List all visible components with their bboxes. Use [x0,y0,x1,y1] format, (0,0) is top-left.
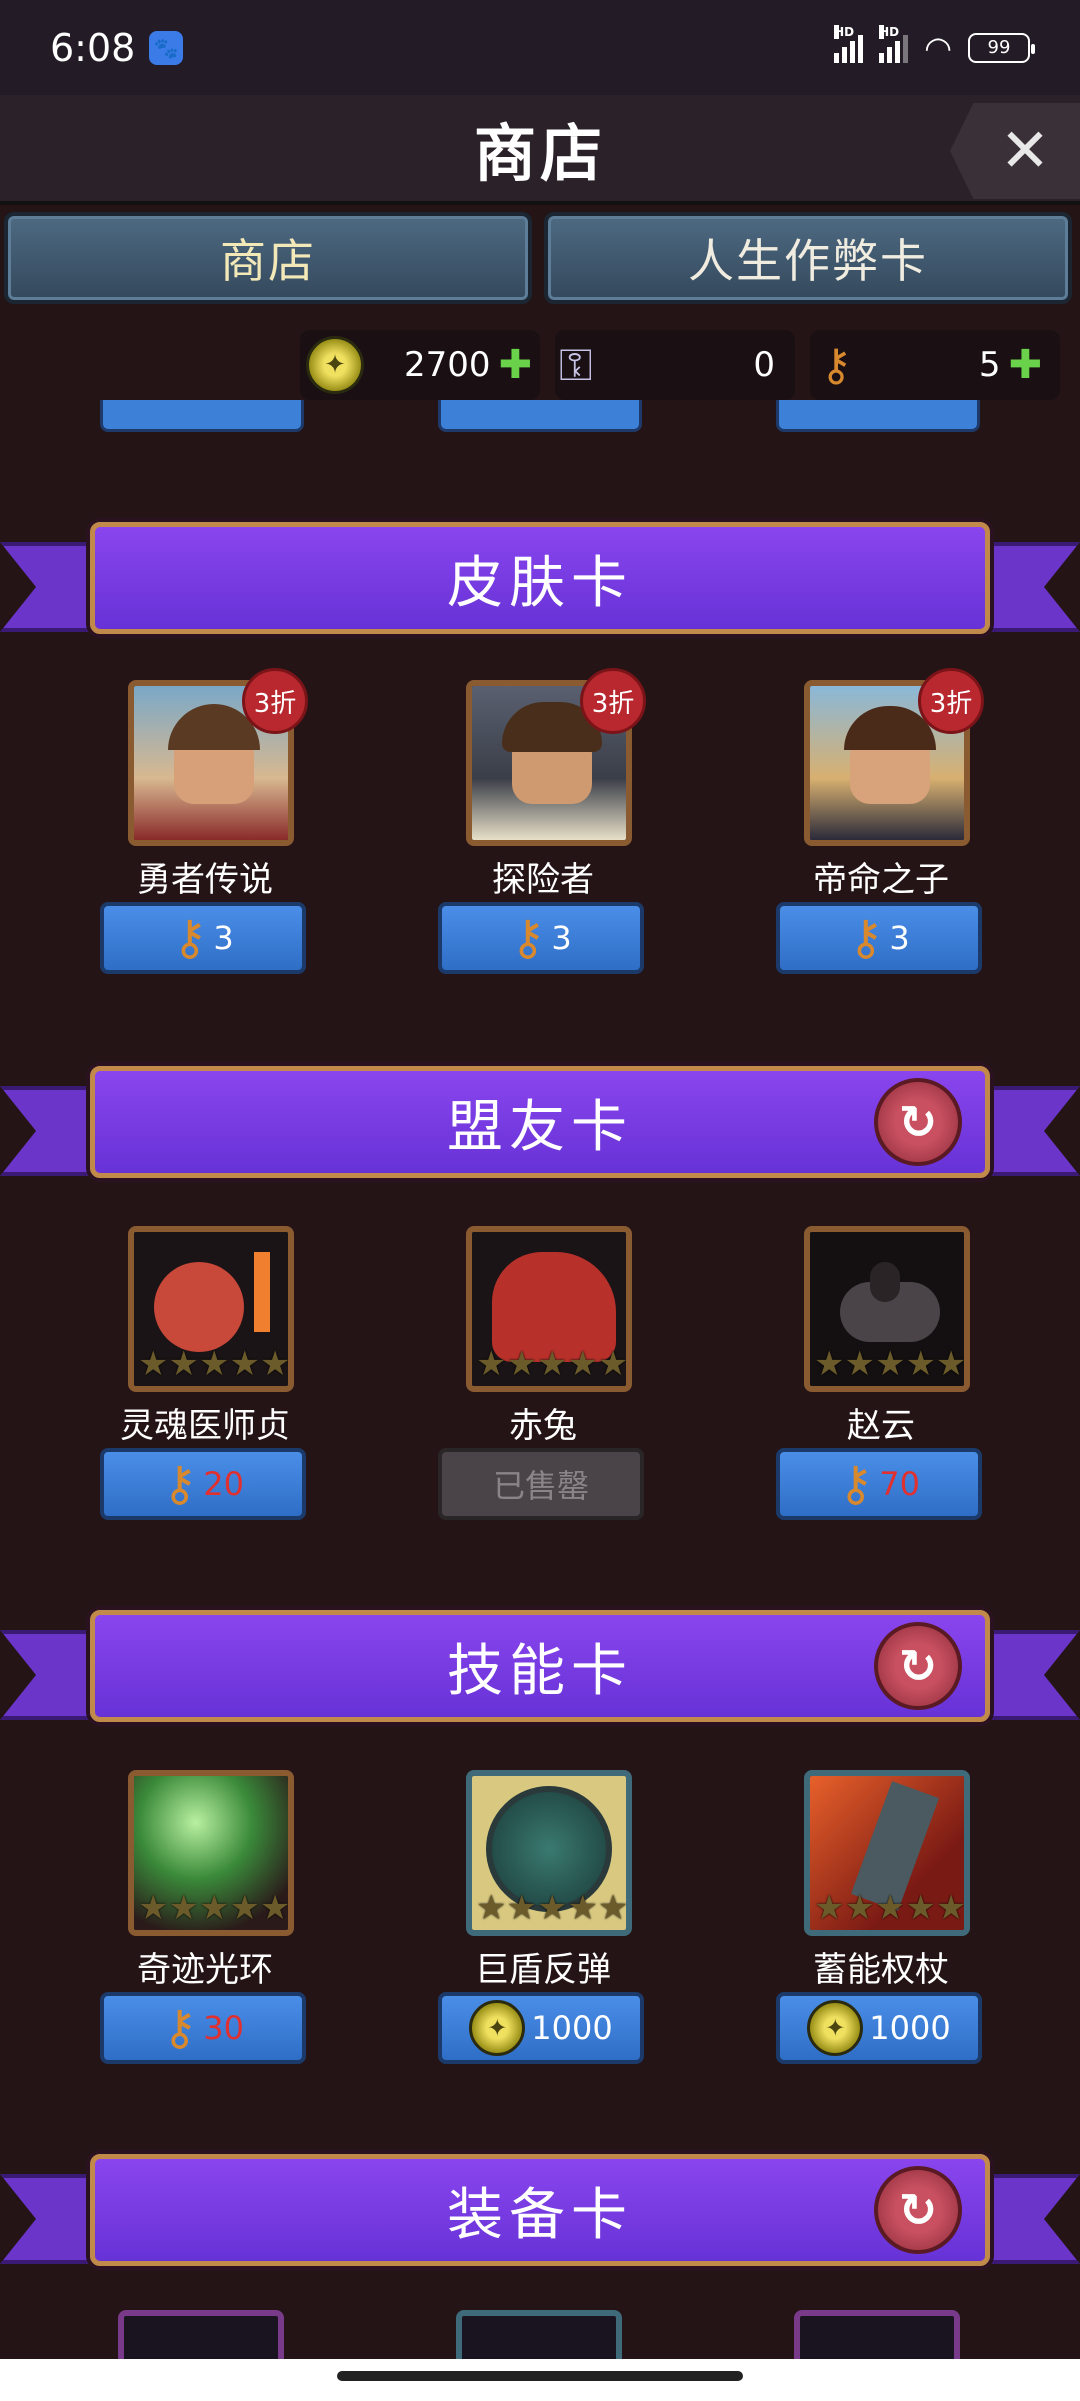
sold-out-button: 已售罄 [438,1448,644,1520]
card-name: 赵云 [847,1406,915,1446]
card-name: 巨盾反弹 [475,1950,611,1990]
equip-card[interactable] [118,2310,284,2360]
gold-key-icon: ⚷ [510,910,546,966]
refresh-equip-button[interactable]: ↻ [874,2166,962,2254]
skill-portrait: ★★★★★ [804,1770,970,1936]
discount-badge: 3折 [580,668,646,734]
ribbon: 技能卡 [90,1610,990,1722]
section-title: 技能卡 [447,1638,633,1704]
tab-cheat-card[interactable]: 人生作弊卡 [544,212,1072,304]
status-bar: 6:08 🐾 HD HD ◠ 99 [0,0,1080,95]
add-gold-button[interactable]: ✚ [499,342,533,388]
discount-badge: 3折 [918,668,984,734]
equip-card[interactable] [456,2310,622,2360]
card-name: 帝命之子 [813,860,949,900]
card-name: 蓄能权杖 [813,1950,949,1990]
rating-stars: ★★★★★ [476,1888,629,1928]
card-name: 勇者传说 [137,860,273,900]
signal-icon-2: HD [879,24,909,63]
equip-card[interactable] [794,2310,960,2360]
discount-badge: 3折 [242,668,308,734]
home-indicator[interactable] [337,2371,743,2381]
rating-stars: ★★★★★ [814,1344,967,1384]
baidu-app-icon: 🐾 [149,30,184,65]
skin-section-banner: 皮肤卡 [0,522,1080,662]
gold-key-icon: ⚷ [838,1456,874,1512]
close-button[interactable]: ✕ [950,103,1080,199]
silver-key-amount: 0 [753,345,775,385]
ally-portrait: ★★★★★ [128,1226,294,1392]
buy-button[interactable]: ⚷ 3 [776,902,982,974]
section-title: 盟友卡 [447,1094,633,1160]
card-name: 探险者 [492,860,594,900]
equip-cards-peek [0,2310,1080,2360]
gold-amount: 2700 [404,345,491,385]
card-name: 奇迹光环 [137,1950,273,1990]
ribbon: 装备卡 [90,2154,990,2266]
title-bar: 商店 ✕ [0,95,1080,205]
skill-portrait: ★★★★★ [466,1770,632,1936]
refresh-skill-button[interactable]: ↻ [874,1622,962,1710]
buy-button[interactable]: ✦ 1000 [438,1992,644,2064]
gold-key-icon: ⚷ [172,910,208,966]
prev-button-1[interactable] [100,400,304,432]
rating-stars: ★★★★★ [476,1344,629,1384]
card-name: 灵魂医师贞 [120,1406,290,1446]
signal-icon: HD [834,24,864,63]
battery-icon: 99 [968,32,1035,63]
gold-coin-icon: ✦ [469,2000,526,2056]
gold-key-amount: 5 [978,345,1001,385]
silver-key-icon: ⚿ [559,339,593,391]
refresh-icon: ↻ [898,2183,938,2237]
rating-stars: ★★★★★ [814,1888,967,1928]
skill-section-banner: 技能卡 ↻ [0,1610,1080,1750]
tab-bar: 商店 人生作弊卡 [0,212,1080,308]
gold-currency: ✦ 2700 ✚ [300,330,540,400]
gold-key-icon: ⚷ [848,910,884,966]
section-title: 皮肤卡 [447,550,633,616]
rating-stars: ★★★★★ [138,1344,291,1384]
buy-button[interactable]: ✦ 1000 [776,1992,982,2064]
silver-key-currency: ⚿ 0 [555,330,795,400]
skill-portrait: ★★★★★ [128,1770,294,1936]
currency-bar: ✦ 2700 ✚ ⚿ 0 ⚷ 5 ✚ [0,330,1080,400]
buy-button[interactable]: ⚷ 3 [438,902,644,974]
page-title: 商店 [473,117,606,190]
wifi-icon: ◠ [924,28,952,67]
prev-button-3[interactable] [776,400,980,432]
add-key-button[interactable]: ✚ [1008,342,1042,388]
buy-button[interactable]: ⚷ 3 [100,902,306,974]
close-icon: ✕ [999,116,1051,186]
ally-section-banner: 盟友卡 ↻ [0,1066,1080,1206]
gold-key-currency: ⚷ 5 ✚ [810,330,1060,400]
refresh-ally-button[interactable]: ↻ [874,1078,962,1166]
gold-key-icon: ⚷ [820,339,853,391]
section-title: 装备卡 [447,2182,633,2248]
previous-row-buttons [0,400,1080,434]
gold-coin-icon: ✦ [306,336,364,394]
ally-portrait: ★★★★★ [804,1226,970,1392]
refresh-icon: ↻ [898,1095,938,1149]
refresh-icon: ↻ [898,1639,938,1693]
ally-portrait: ★★★★★ [466,1226,632,1392]
ribbon: 皮肤卡 [90,522,990,634]
status-time: 6:08 [50,25,136,70]
rating-stars: ★★★★★ [138,1888,291,1928]
gold-key-icon: ⚷ [162,2000,198,2056]
buy-button[interactable]: ⚷ 20 [100,1448,306,1520]
equip-section-banner: 装备卡 ↻ [0,2154,1080,2294]
buy-button[interactable]: ⚷ 30 [100,1992,306,2064]
ribbon: 盟友卡 [90,1066,990,1178]
gold-coin-icon: ✦ [807,2000,864,2056]
tab-shop[interactable]: 商店 [4,212,532,304]
card-name: 赤兔 [509,1406,577,1446]
gold-key-icon: ⚷ [162,1456,198,1512]
prev-button-2[interactable] [438,400,642,432]
buy-button[interactable]: ⚷ 70 [776,1448,982,1520]
